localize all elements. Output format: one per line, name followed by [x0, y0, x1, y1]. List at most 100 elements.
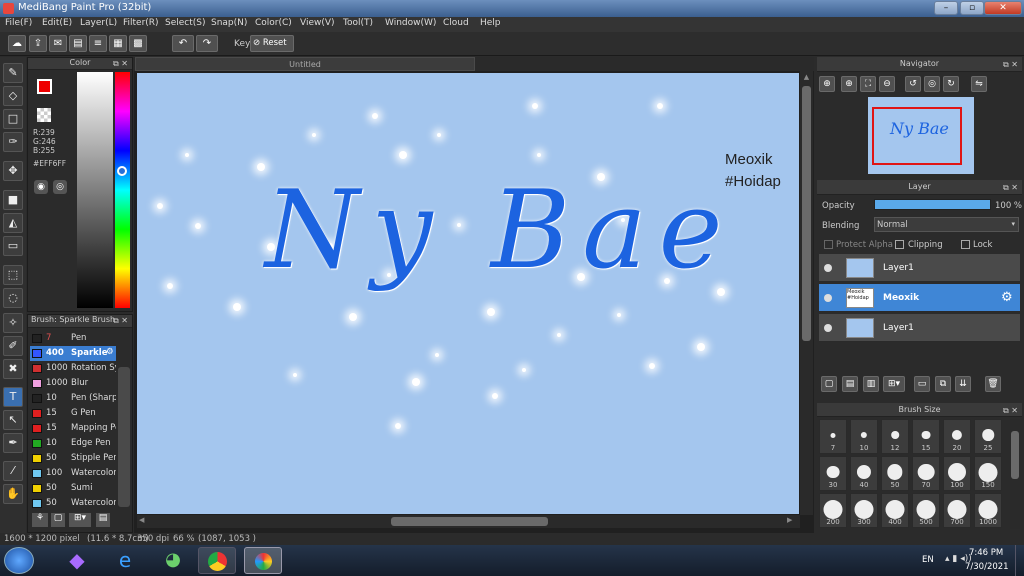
comment-icon[interactable]: ▤	[69, 35, 87, 52]
undo-icon[interactable]: ↶	[172, 35, 194, 52]
navigator-preview[interactable]: Ny Bae	[868, 97, 974, 174]
brush-size-cell[interactable]: 40	[850, 456, 878, 491]
new-layer-icon[interactable]: ▢	[821, 376, 837, 392]
brush-settings-icon[interactable]: ⚘	[32, 513, 48, 527]
blending-select[interactable]: Normal ▾	[874, 217, 1019, 232]
duplicate-layer-icon[interactable]: ⧉	[935, 376, 951, 392]
menu-cloud[interactable]: Cloud	[443, 18, 469, 28]
layer-row-selected[interactable]: Meoxik #Hoidap Meoxik ⚙	[819, 284, 1020, 312]
palette-add-icon[interactable]: ◎	[53, 180, 67, 194]
menu-color[interactable]: Color(C)	[255, 18, 292, 28]
new-brush-icon[interactable]: ▢	[51, 513, 65, 527]
canvas-vertical-scrollbar[interactable]: ▲	[800, 71, 813, 515]
brush-item[interactable]: 15 G Pen	[30, 406, 116, 421]
share-icon[interactable]: ⇪	[29, 35, 47, 52]
operation-tool-icon[interactable]: ↖	[3, 410, 23, 430]
brush-size-cell[interactable]: 700	[943, 493, 971, 528]
select-rect-icon[interactable]: ⬚	[3, 265, 23, 285]
scroll-left-icon[interactable]: ◀	[139, 516, 151, 527]
brush-size-scroll-thumb[interactable]	[1011, 431, 1019, 479]
hue-slider[interactable]	[115, 72, 130, 308]
brush-size-cell[interactable]: 1000	[974, 493, 1002, 528]
hue-slider-handle[interactable]	[117, 166, 127, 176]
menu-edit[interactable]: Edit(E)	[42, 18, 72, 28]
color-value-slider[interactable]	[77, 72, 113, 308]
gear-icon[interactable]: ⚙	[106, 347, 114, 357]
grid2-icon[interactable]: ▩	[129, 35, 147, 52]
brush-size-cell[interactable]: 400	[881, 493, 909, 528]
brush-size-cell[interactable]: 15	[912, 419, 940, 454]
brush-item-selected[interactable]: 400 Sparkle ⚙	[30, 346, 116, 361]
grid-icon[interactable]: ▦	[109, 35, 127, 52]
brush-size-cell[interactable]: 30	[819, 456, 847, 491]
scroll-right-icon[interactable]: ▶	[787, 516, 799, 527]
select-pen-icon[interactable]: ✐	[3, 336, 23, 356]
tab-untitled[interactable]: Untitled	[135, 57, 475, 71]
menu-help[interactable]: Help	[480, 18, 501, 28]
chat-icon[interactable]: ✉	[49, 35, 67, 52]
panel-close-icon[interactable]: ⧉ ✕	[1003, 58, 1018, 72]
text-tool-icon[interactable]: T	[3, 387, 23, 407]
palette-icon[interactable]: ◉	[34, 180, 48, 194]
brush-size-cell[interactable]: 7	[819, 419, 847, 454]
maximize-button[interactable]: ▫	[960, 1, 984, 15]
menu-window[interactable]: Window(W)	[385, 18, 436, 28]
gradient-tool-icon[interactable]: ▭	[3, 236, 23, 256]
visual-studio-icon[interactable]: ◆	[58, 547, 96, 574]
cloud-icon[interactable]: ☁	[8, 35, 26, 52]
magic-wand-icon[interactable]: ✧	[3, 313, 23, 333]
transparent-color-swatch[interactable]	[37, 108, 51, 122]
pen-tool-icon[interactable]: ✑	[3, 132, 23, 152]
panel-close-icon[interactable]: ⧉ ✕	[1003, 404, 1018, 417]
eyedropper-icon[interactable]: ✒	[3, 433, 23, 453]
eye-icon[interactable]	[824, 264, 832, 272]
redo-icon[interactable]: ↷	[196, 35, 218, 52]
brush-item[interactable]: 1000 Rotation Sy	[30, 361, 116, 376]
drawing-canvas[interactable]: Ny Bae Meoxik #Hoidap	[137, 73, 799, 514]
menu-view[interactable]: View(V)	[300, 18, 335, 28]
brush-tool-icon[interactable]: ✎	[3, 63, 23, 83]
select-eraser-icon[interactable]: ✖	[3, 359, 23, 379]
hand-tool-icon[interactable]: ✋	[3, 484, 23, 504]
brush-item[interactable]: 7 Pen	[30, 331, 116, 346]
brush-list-scrollbar[interactable]	[118, 367, 130, 507]
rotate-left-icon[interactable]: ↺	[905, 76, 921, 92]
layer-row[interactable]: Layer1	[819, 314, 1020, 342]
panel-close-icon[interactable]: ⧉ ✕	[113, 59, 128, 69]
chrome-icon[interactable]	[198, 547, 236, 574]
bucket-tool-icon[interactable]: ◭	[3, 213, 23, 233]
coccoc-icon[interactable]: ◕	[154, 547, 192, 574]
brush-size-cell[interactable]: 12	[881, 419, 909, 454]
protect-alpha-checkbox[interactable]	[824, 240, 833, 249]
menu-tool[interactable]: Tool(T)	[343, 18, 373, 28]
document-icon[interactable]: ≡	[89, 35, 107, 52]
rotate-reset-icon[interactable]: ◎	[924, 76, 940, 92]
zoom-in-icon[interactable]: ⊕	[841, 76, 857, 92]
add-layer-menu-icon[interactable]: ⊞▾	[883, 376, 905, 392]
close-button[interactable]: ✕	[984, 1, 1022, 15]
menu-filter[interactable]: Filter(R)	[123, 18, 159, 28]
eraser-tool-icon[interactable]: ◇	[3, 86, 23, 106]
rotate-right-icon[interactable]: ↻	[943, 76, 959, 92]
brush-size-cell[interactable]: 150	[974, 456, 1002, 491]
brush-size-cell[interactable]: 50	[881, 456, 909, 491]
brush-size-cell[interactable]: 300	[850, 493, 878, 528]
new-layer-8bit-icon[interactable]: ▤	[842, 376, 858, 392]
gear-icon[interactable]: ⚙	[1001, 290, 1013, 305]
menu-layer[interactable]: Layer(L)	[80, 18, 117, 28]
internet-explorer-icon[interactable]: e	[106, 547, 144, 574]
panel-close-icon[interactable]: ⧉ ✕	[1003, 181, 1018, 195]
brush-item[interactable]: 50 Stipple Pen	[30, 451, 116, 466]
merge-layer-icon[interactable]: ⇊	[955, 376, 971, 392]
brush-item[interactable]: 15 Mapping Pe	[30, 421, 116, 436]
panel-close-icon[interactable]: ⧉ ✕	[113, 316, 128, 326]
brush-item[interactable]: 50 Sumi	[30, 481, 116, 496]
eye-icon[interactable]	[824, 324, 832, 332]
canvas-horizontal-scrollbar[interactable]: ◀ ▶	[137, 515, 800, 528]
fit-icon[interactable]: ⛶	[860, 76, 876, 92]
lasso-tool-icon[interactable]: ◌	[3, 288, 23, 308]
lock-checkbox[interactable]	[961, 240, 970, 249]
rect-select-icon[interactable]: □	[3, 109, 23, 129]
clipping-checkbox[interactable]	[895, 240, 904, 249]
dropper-icon[interactable]: ⁄	[3, 461, 23, 481]
